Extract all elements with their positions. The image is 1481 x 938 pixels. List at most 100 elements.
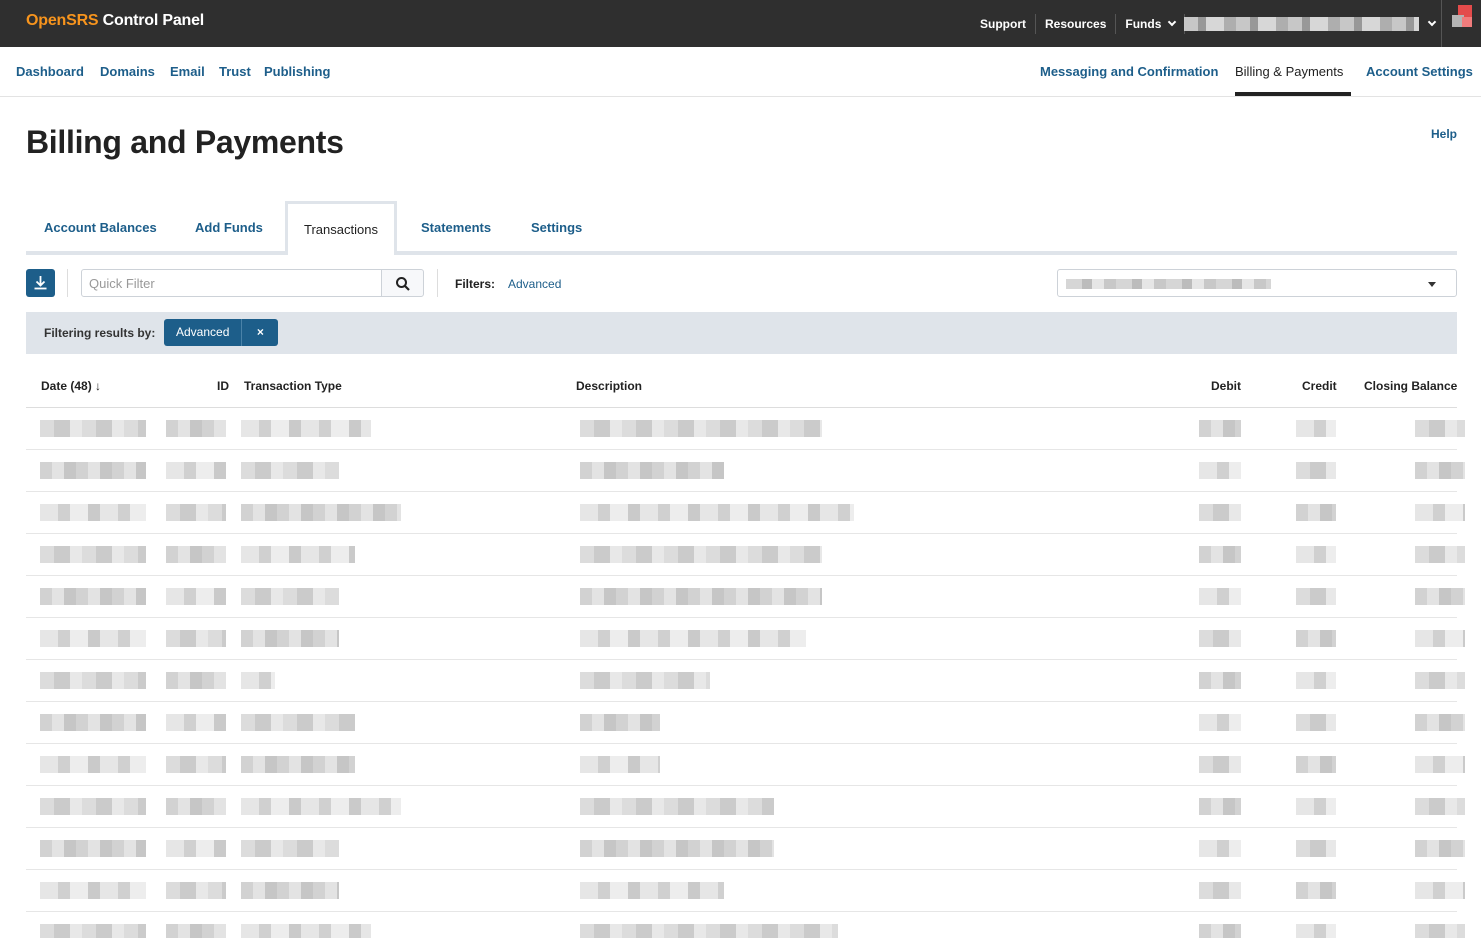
- closing-balance-cell-redacted: [1415, 924, 1465, 938]
- type-cell-redacted: [241, 924, 371, 938]
- table-row[interactable]: [26, 576, 1465, 618]
- closing-balance-cell-redacted: [1415, 546, 1465, 563]
- nav-domains[interactable]: Domains: [100, 64, 155, 79]
- type-cell-redacted: [241, 630, 339, 647]
- selected-value-redacted: [1066, 279, 1271, 289]
- type-cell-redacted: [241, 504, 401, 521]
- close-icon[interactable]: ×: [241, 319, 278, 346]
- column-description[interactable]: Description: [576, 379, 642, 393]
- table-row[interactable]: [26, 450, 1465, 492]
- nav-messaging[interactable]: Messaging and Confirmation: [1040, 64, 1218, 79]
- id-cell-redacted: [166, 924, 226, 938]
- column-date[interactable]: Date (48) ↓: [41, 379, 101, 393]
- type-cell-redacted: [241, 714, 355, 731]
- credit-cell-redacted: [1296, 882, 1336, 899]
- closing-balance-cell-redacted: [1415, 588, 1465, 605]
- support-link[interactable]: Support: [971, 14, 1035, 34]
- nav-billing[interactable]: Billing & Payments: [1235, 64, 1343, 79]
- type-cell-redacted: [241, 798, 401, 815]
- billing-tabs: Account Balances Add Funds Transactions …: [26, 201, 1457, 255]
- closing-balance-cell-redacted: [1415, 672, 1465, 689]
- account-switcher[interactable]: [1176, 0, 1441, 47]
- type-cell-redacted: [241, 672, 275, 689]
- filters-label: Filters:: [455, 277, 496, 291]
- table-row[interactable]: [26, 534, 1465, 576]
- funds-menu[interactable]: Funds: [1116, 14, 1184, 34]
- transactions-table-body: [26, 408, 1481, 938]
- debit-cell-redacted: [1199, 588, 1241, 605]
- tab-account-balances[interactable]: Account Balances: [44, 220, 157, 235]
- date-cell-redacted: [40, 504, 146, 521]
- caret-down-icon: [1428, 282, 1436, 287]
- filtering-label: Filtering results by:: [44, 326, 156, 340]
- table-row[interactable]: [26, 492, 1465, 534]
- resources-link[interactable]: Resources: [1036, 14, 1115, 34]
- description-cell-redacted: [580, 882, 724, 899]
- advanced-filters-link[interactable]: Advanced: [508, 277, 561, 291]
- closing-balance-cell-redacted: [1415, 756, 1465, 773]
- description-cell-redacted: [580, 714, 660, 731]
- table-row[interactable]: [26, 744, 1465, 786]
- closing-balance-cell-redacted: [1415, 504, 1465, 521]
- brand-suffix: Control Panel: [102, 12, 205, 29]
- type-cell-redacted: [241, 546, 355, 563]
- column-credit[interactable]: Credit: [1302, 379, 1337, 393]
- download-icon: [34, 276, 47, 290]
- column-transaction-type[interactable]: Transaction Type: [244, 379, 342, 393]
- top-nav: Support Resources Funds: [971, 0, 1186, 47]
- column-closing-balance[interactable]: Closing Balance: [1364, 379, 1457, 393]
- debit-cell-redacted: [1199, 924, 1241, 938]
- debit-cell-redacted: [1199, 798, 1241, 815]
- tab-statements[interactable]: Statements: [421, 220, 491, 235]
- date-cell-redacted: [40, 588, 146, 605]
- date-cell-redacted: [40, 798, 146, 815]
- table-row[interactable]: [26, 702, 1465, 744]
- type-cell-redacted: [241, 756, 355, 773]
- date-cell-redacted: [40, 630, 146, 647]
- nav-dashboard[interactable]: Dashboard: [16, 64, 84, 79]
- account-select[interactable]: [1057, 269, 1457, 297]
- help-link[interactable]: Help: [1431, 127, 1457, 141]
- chevron-down-icon: [1427, 17, 1437, 26]
- table-row[interactable]: [26, 870, 1465, 912]
- filter-chip-advanced[interactable]: Advanced ×: [164, 319, 279, 346]
- date-cell-redacted: [40, 840, 146, 857]
- date-cell-redacted: [40, 420, 146, 437]
- credit-cell-redacted: [1296, 798, 1336, 815]
- column-id[interactable]: ID: [217, 379, 229, 393]
- closing-balance-cell-redacted: [1415, 420, 1465, 437]
- closing-balance-cell-redacted: [1415, 798, 1465, 815]
- nav-email[interactable]: Email: [170, 64, 205, 79]
- table-row[interactable]: [26, 618, 1465, 660]
- avatar[interactable]: [1452, 5, 1472, 31]
- search-button[interactable]: [381, 269, 424, 297]
- quick-filter-input[interactable]: [81, 269, 382, 297]
- date-cell-redacted: [40, 462, 146, 479]
- download-button[interactable]: [26, 269, 55, 297]
- id-cell-redacted: [166, 882, 226, 899]
- table-row[interactable]: [26, 786, 1465, 828]
- id-cell-redacted: [166, 714, 226, 731]
- nav-publishing[interactable]: Publishing: [264, 64, 330, 79]
- credit-cell-redacted: [1296, 420, 1336, 437]
- tab-baseline: [26, 251, 1457, 255]
- date-cell-redacted: [40, 756, 146, 773]
- brand-prefix: OpenSRS: [26, 12, 99, 29]
- tab-settings[interactable]: Settings: [531, 220, 582, 235]
- closing-balance-cell-redacted: [1415, 840, 1465, 857]
- debit-cell-redacted: [1199, 756, 1241, 773]
- table-row[interactable]: [26, 828, 1465, 870]
- table-row[interactable]: [26, 408, 1465, 450]
- table-row[interactable]: [26, 660, 1465, 702]
- tab-add-funds[interactable]: Add Funds: [195, 220, 263, 235]
- type-cell-redacted: [241, 462, 339, 479]
- nav-account-settings[interactable]: Account Settings: [1366, 64, 1473, 79]
- description-cell-redacted: [580, 546, 822, 563]
- tab-transactions[interactable]: Transactions: [285, 201, 397, 255]
- credit-cell-redacted: [1296, 672, 1336, 689]
- id-cell-redacted: [166, 420, 226, 437]
- table-row[interactable]: [26, 912, 1465, 938]
- column-debit[interactable]: Debit: [1211, 379, 1241, 393]
- nav-trust[interactable]: Trust: [219, 64, 251, 79]
- brand-logo[interactable]: OpenSRS Control Panel: [26, 12, 204, 30]
